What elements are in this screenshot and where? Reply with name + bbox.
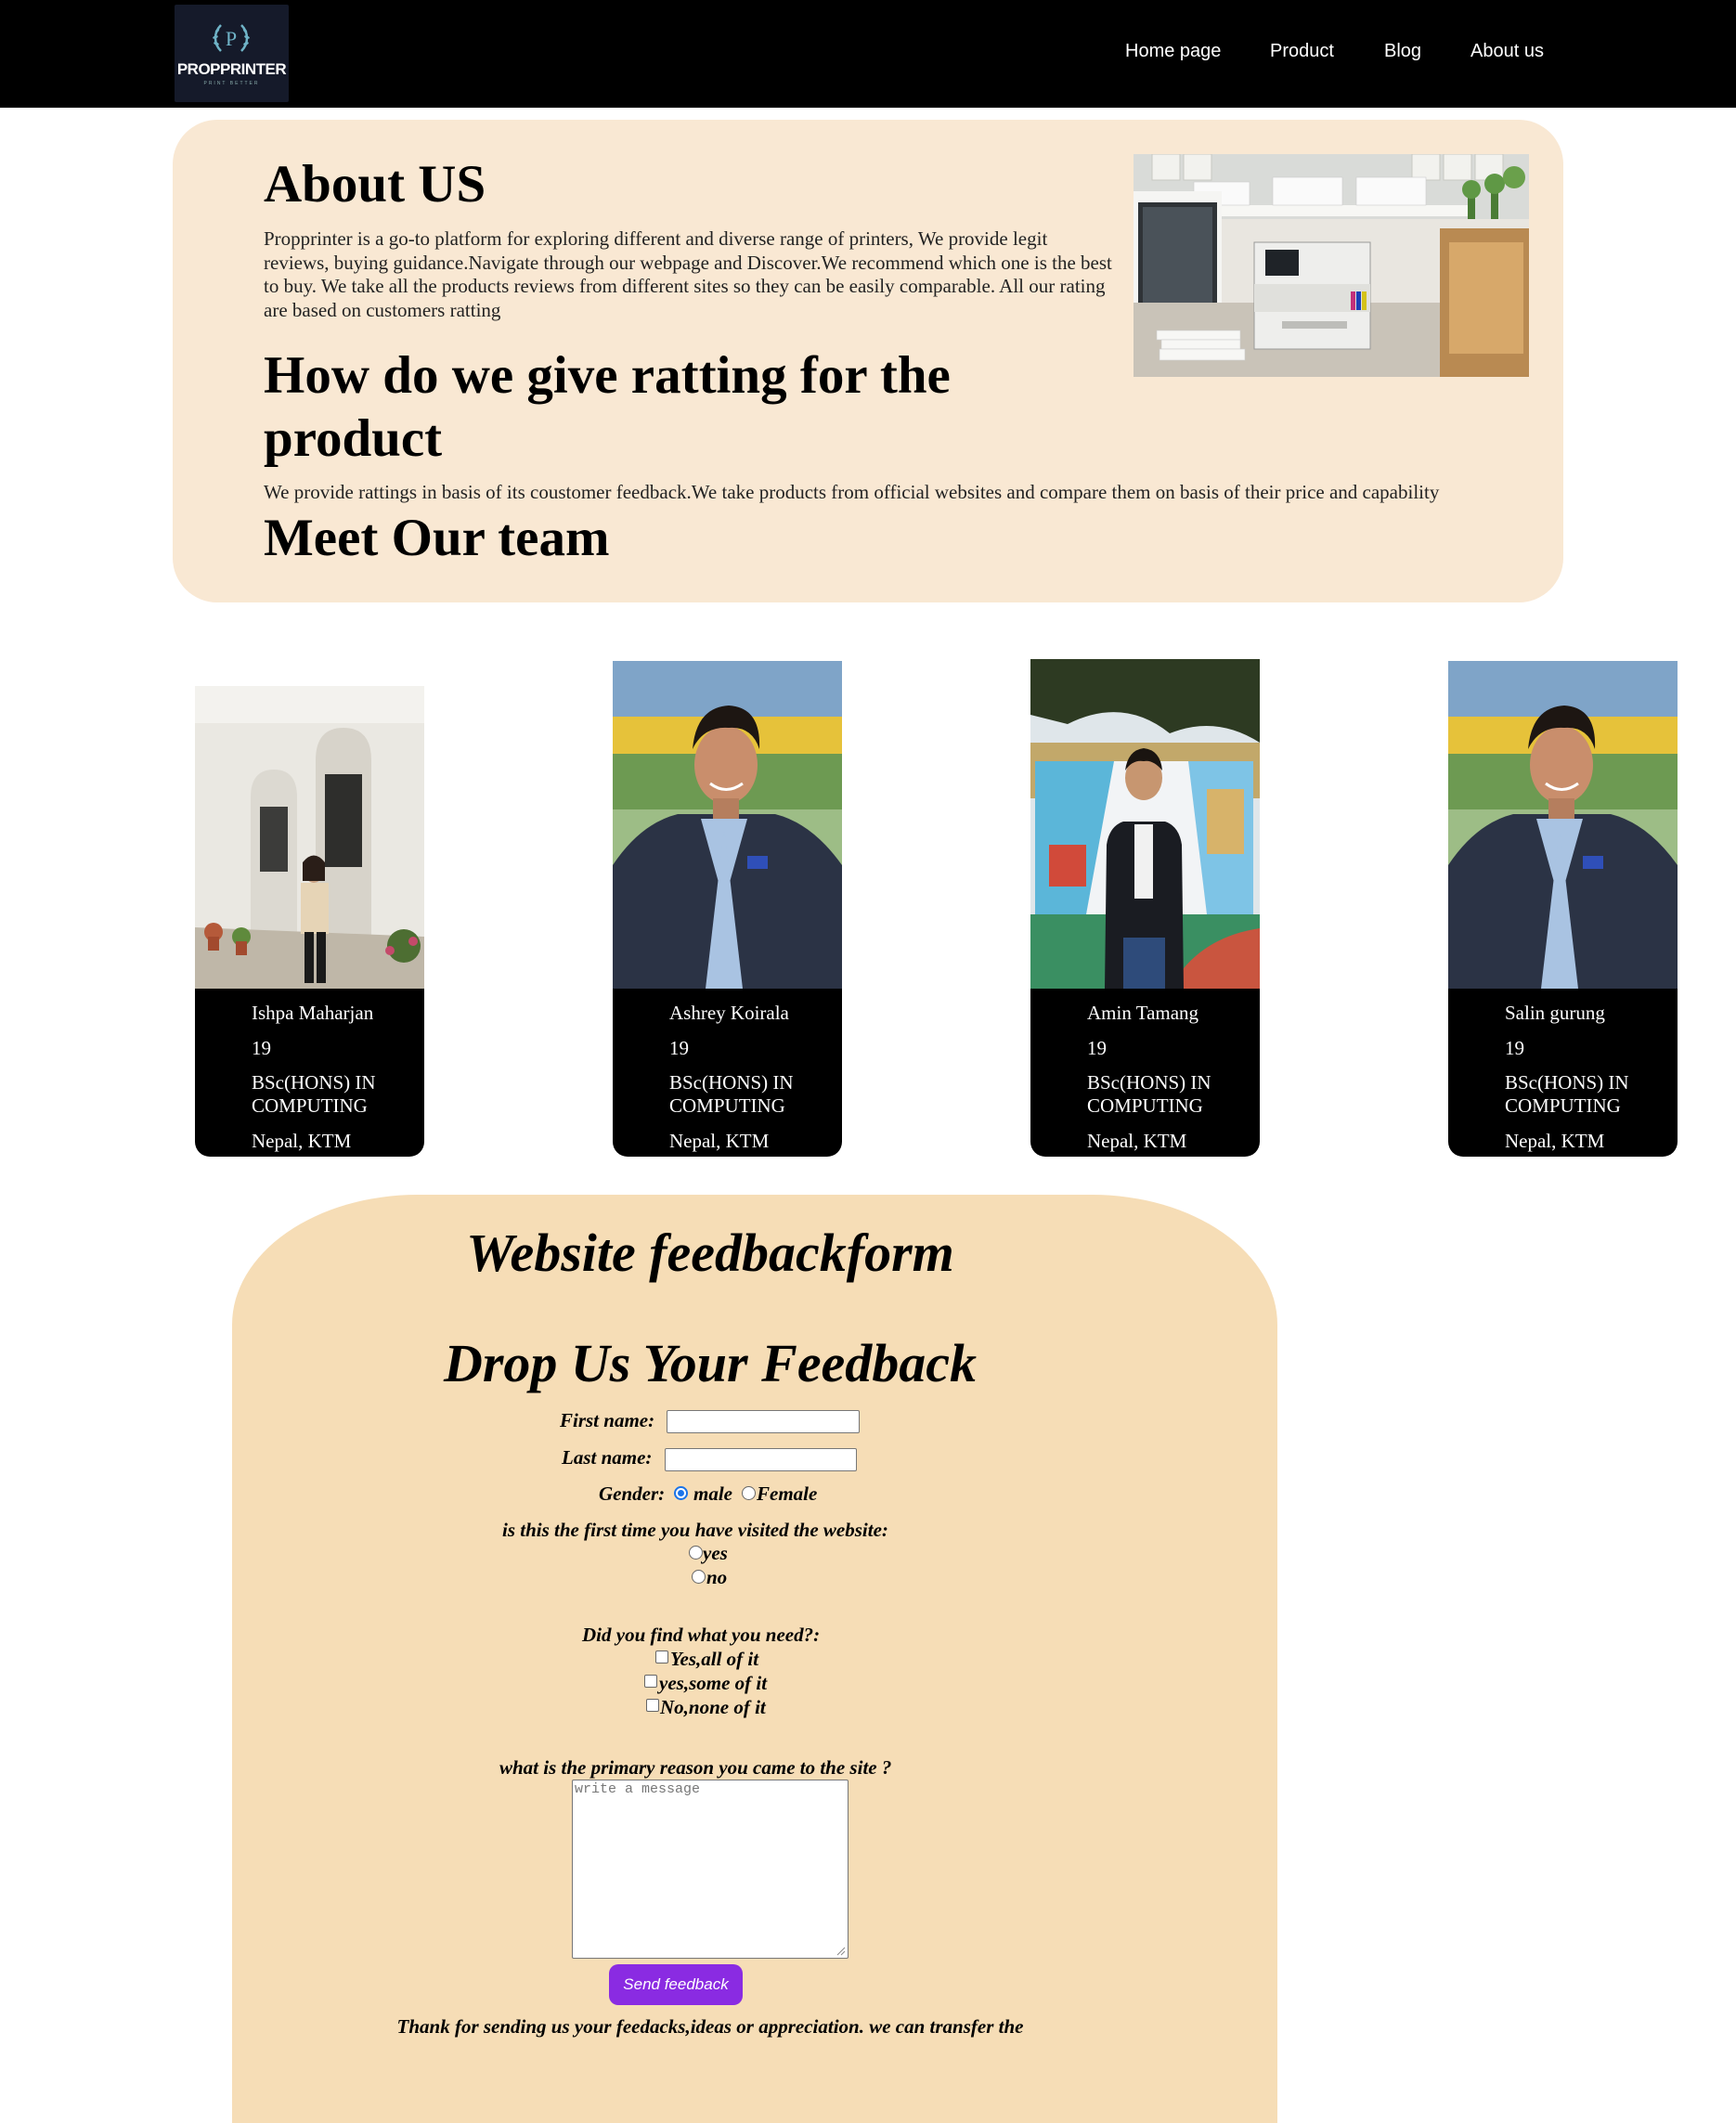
reason-textarea[interactable]: write a message: [572, 1780, 849, 1959]
send-feedback-button[interactable]: Send feedback: [609, 1964, 743, 2005]
thanks-text: Thank for sending us your feedacks,ideas…: [396, 2015, 1024, 2038]
member-location: Nepal, KTM: [1505, 1130, 1605, 1152]
rating-paragraph: We provide rattings in basis of its cous…: [264, 481, 1440, 503]
find-some-checkbox[interactable]: [644, 1675, 657, 1688]
member-course: BSc(HONS) IN COMPUTING: [1505, 1071, 1629, 1117]
team-card-info: Ishpa Maharjan 19 BSc(HONS) IN COMPUTING…: [195, 988, 424, 1157]
feedback-subtitle: Drop Us Your Feedback: [443, 1333, 978, 1393]
member-course: BSc(HONS) IN COMPUTING: [669, 1071, 794, 1117]
first-visit-yes-radio[interactable]: [689, 1546, 703, 1560]
member-location: Nepal, KTM: [669, 1130, 770, 1152]
member-age: 19: [252, 1037, 271, 1059]
member-name: Ishpa Maharjan: [252, 1002, 374, 1024]
member-name: Salin gurung: [1505, 1002, 1605, 1024]
about-paragraph: Propprinter is a go-to platform for expl…: [264, 227, 1112, 321]
first-name-input[interactable]: [667, 1410, 860, 1433]
nav-link-blog[interactable]: Blog: [1384, 41, 1421, 62]
find-all-label: Yes,all of it: [670, 1648, 759, 1670]
find-all-checkbox[interactable]: [655, 1651, 668, 1663]
top-navbar: P PROPPRINTER PRINT BETTER Home page Pro…: [0, 0, 1736, 108]
about-heading: About US: [264, 155, 486, 214]
team-card: Salin gurung 19 BSc(HONS) IN COMPUTING N…: [1448, 661, 1678, 1157]
find-none-label: No,none of it: [660, 1696, 766, 1718]
team-photo-salin: [1448, 661, 1678, 989]
first-visit-no-radio[interactable]: [692, 1570, 706, 1584]
rating-heading: How do we give ratting for the product: [264, 346, 951, 468]
member-name: Amin Tamang: [1087, 1002, 1199, 1024]
last-name-label: Last name:: [562, 1446, 653, 1469]
team-card-info: Ashrey Koirala 19 BSc(HONS) IN COMPUTING…: [613, 988, 842, 1157]
find-none-checkbox[interactable]: [646, 1699, 659, 1712]
nav-link-product[interactable]: Product: [1270, 41, 1334, 62]
member-age: 19: [1087, 1037, 1107, 1059]
site-logo[interactable]: P PROPPRINTER PRINT BETTER: [175, 5, 289, 102]
team-photo-amin: [1030, 659, 1260, 989]
logo-text: PROPPRINTER: [176, 60, 287, 78]
first-name-label: First name:: [560, 1409, 655, 1431]
logo-tagline: PRINT BETTER: [203, 81, 260, 86]
gender-male-radio[interactable]: [674, 1486, 688, 1500]
team-card-info: Salin gurung 19 BSc(HONS) IN COMPUTING N…: [1448, 988, 1678, 1157]
nav-link-home[interactable]: Home page: [1125, 41, 1221, 62]
gender-female-radio[interactable]: [742, 1486, 756, 1500]
find-some-label: yes,some of it: [659, 1672, 768, 1694]
find-label: Did you find what you need?:: [582, 1624, 821, 1646]
member-location: Nepal, KTM: [1087, 1130, 1187, 1152]
first-visit-label: is this the first time you have visited …: [502, 1519, 888, 1541]
member-location: Nepal, KTM: [252, 1130, 352, 1152]
member-name: Ashrey Koirala: [669, 1002, 789, 1024]
resize-grip-icon[interactable]: [836, 1947, 846, 1956]
member-course: BSc(HONS) IN COMPUTING: [252, 1071, 376, 1117]
gender-male-label: male: [693, 1482, 732, 1505]
team-card: Ashrey Koirala 19 BSc(HONS) IN COMPUTING…: [613, 661, 842, 1157]
svg-text:P: P: [226, 27, 237, 50]
first-visit-yes-label: yes: [703, 1542, 728, 1564]
laurel-logo-icon: P: [213, 24, 250, 52]
member-age: 19: [669, 1037, 689, 1059]
team-photo-ishpa: [195, 686, 424, 989]
printer-office-image: [1134, 154, 1529, 377]
team-card: Amin Tamang 19 BSc(HONS) IN COMPUTING Ne…: [1030, 659, 1260, 1157]
team-card: Ishpa Maharjan 19 BSc(HONS) IN COMPUTING…: [195, 686, 424, 1157]
first-visit-no-label: no: [706, 1566, 728, 1588]
team-card-info: Amin Tamang 19 BSc(HONS) IN COMPUTING Ne…: [1030, 988, 1260, 1157]
member-course: BSc(HONS) IN COMPUTING: [1087, 1071, 1211, 1117]
team-photo-ashrey: [613, 661, 842, 989]
last-name-input[interactable]: [665, 1448, 857, 1471]
reason-placeholder: write a message: [575, 1781, 701, 1797]
feedback-title: Website feedbackform: [466, 1223, 954, 1283]
reason-label: what is the primary reason you came to t…: [499, 1756, 892, 1779]
member-age: 19: [1505, 1037, 1524, 1059]
team-heading: Meet Our team: [264, 509, 610, 567]
gender-label: Gender:: [599, 1482, 666, 1505]
gender-female-label: Female: [757, 1482, 818, 1505]
nav-link-about[interactable]: About us: [1470, 41, 1544, 62]
